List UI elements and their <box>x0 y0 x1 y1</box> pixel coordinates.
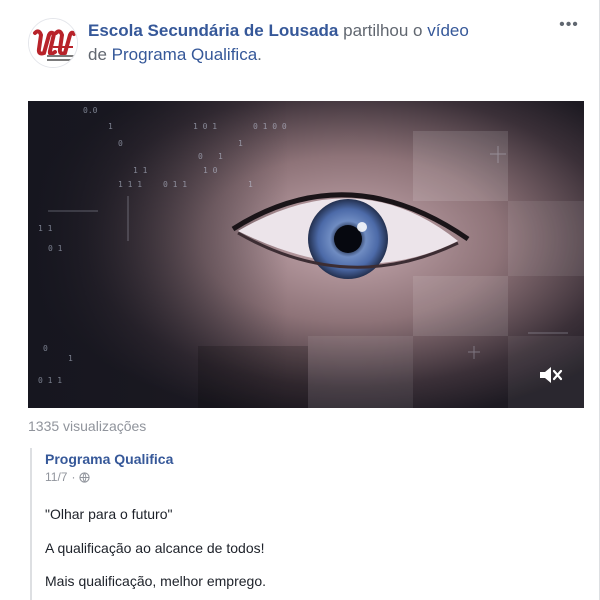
globe-icon <box>79 471 91 483</box>
svg-text:1: 1 <box>218 152 223 161</box>
post-card: Escola Secundária de Lousada partilhou o… <box>0 0 600 600</box>
video-player[interactable]: 0.0 1 1 0 1 0 1 0 0 0 1 0 1 1 1 1 0 1 1 … <box>28 101 584 408</box>
svg-text:0: 0 <box>118 139 123 148</box>
svg-text:0: 0 <box>43 344 48 353</box>
svg-text:1 0: 1 0 <box>203 166 218 175</box>
svg-text:1 1: 1 1 <box>38 224 53 233</box>
page-name-link[interactable]: Escola Secundária de Lousada <box>88 21 338 40</box>
shared-post: Programa Qualifica 11/7 · "Olhar para o … <box>30 448 590 600</box>
svg-text:0 1 0 0: 0 1 0 0 <box>253 122 287 131</box>
end-punctuation: . <box>257 45 262 64</box>
shared-message-3: Mais qualificação, melhor emprego. <box>45 573 266 589</box>
svg-text:1: 1 <box>108 122 113 131</box>
shared-author-link[interactable]: Programa Qualifica <box>45 451 173 467</box>
shared-date-link[interactable]: 11/7 <box>45 470 67 484</box>
svg-text:0 1 1: 0 1 1 <box>38 376 62 385</box>
svg-text:1: 1 <box>68 354 73 363</box>
svg-text:1: 1 <box>238 139 243 148</box>
video-frame: 0.0 1 1 0 1 0 1 0 0 0 1 0 1 1 1 1 0 1 1 … <box>28 101 584 408</box>
svg-text:0 1: 0 1 <box>48 244 63 253</box>
video-link[interactable]: vídeo <box>427 21 469 40</box>
svg-text:1 0 1: 1 0 1 <box>193 122 217 131</box>
svg-text:1: 1 <box>248 180 253 189</box>
shared-meta: 11/7 · <box>45 470 91 484</box>
svg-text:0: 0 <box>198 152 203 161</box>
svg-text:1 1 1: 1 1 1 <box>118 180 142 189</box>
speaker-muted-icon[interactable] <box>538 364 564 386</box>
shared-message-1: "Olhar para o futuro" <box>45 506 173 522</box>
more-options-icon[interactable]: ••• <box>557 16 581 34</box>
view-count: 1335 visualizações <box>28 418 147 434</box>
action-text: partilhou o <box>343 21 423 40</box>
svg-text:1 1: 1 1 <box>133 166 148 175</box>
source-page-link[interactable]: Programa Qualifica <box>112 45 258 64</box>
meta-separator: · <box>71 470 76 484</box>
post-header: Escola Secundária de Lousada partilhou o… <box>88 19 528 67</box>
svg-text:0 1 1: 0 1 1 <box>163 180 187 189</box>
svg-text:0.0: 0.0 <box>83 106 98 115</box>
shared-message-2: A qualificação ao alcance de todos! <box>45 540 265 556</box>
from-text: de <box>88 45 107 64</box>
school-logo-icon[interactable] <box>28 18 78 68</box>
